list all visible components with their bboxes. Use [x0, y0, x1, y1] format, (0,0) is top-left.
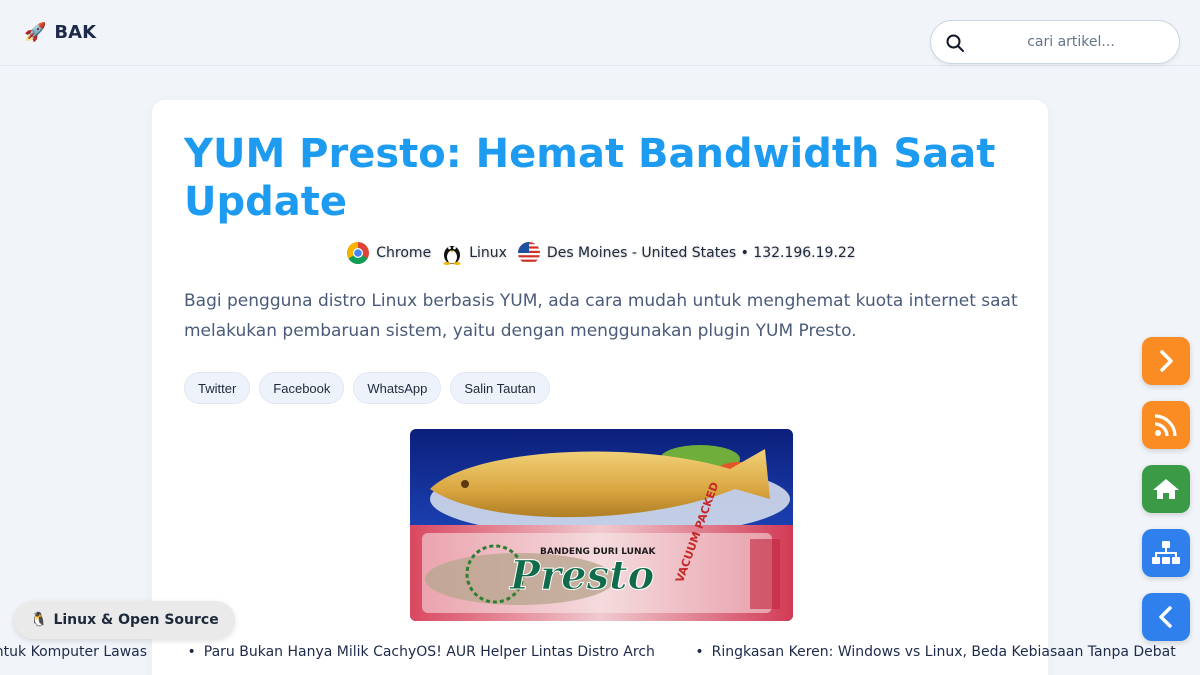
search-box[interactable]	[930, 20, 1180, 64]
share-buttons: Twitter Facebook WhatsApp Salin Tautan	[184, 372, 550, 404]
share-whatsapp-button[interactable]: WhatsApp	[353, 372, 442, 404]
ticker-item[interactable]: Ringkasan Keren: Windows vs Linux, Beda …	[712, 644, 1176, 660]
home-icon	[1153, 479, 1179, 499]
ticker-item[interactable]: baik untuk Komputer Lawas	[0, 644, 147, 660]
news-ticker: baik untuk Komputer Lawas • Paru Bukan Ha…	[0, 640, 1200, 668]
search-icon	[946, 34, 964, 52]
share-facebook-button[interactable]: Facebook	[259, 372, 345, 404]
rss-feed-button[interactable]	[1142, 401, 1190, 449]
ticker-item[interactable]: Paru Bukan Hanya Milik CachyOS! AUR Help…	[204, 644, 655, 660]
article-card: YUM Presto: Hemat Bandwidth Saat Update …	[151, 99, 1049, 675]
article-hero-image: BANDENG DURI LUNAK Presto VACUUM PACKED	[410, 429, 793, 621]
ticker-track: baik untuk Komputer Lawas • Paru Bukan Ha…	[0, 644, 1200, 660]
meta-location: Des Moines - United States • 132.196.19.…	[517, 241, 856, 265]
chevron-right-icon	[1160, 350, 1173, 372]
ticker-bullet: •	[187, 644, 196, 660]
tux-penguin-icon	[443, 246, 461, 265]
next-article-button[interactable]	[1142, 337, 1190, 385]
category-pill[interactable]: 🐧 Linux & Open Source	[14, 601, 235, 639]
share-twitter-button[interactable]: Twitter	[184, 372, 251, 404]
brand-logo[interactable]: 🚀 BAK	[24, 20, 96, 44]
meta-os-label: Linux	[469, 245, 507, 261]
brand-name: BAK	[54, 21, 97, 43]
chrome-icon	[347, 242, 370, 264]
rocket-icon: 🚀	[24, 21, 47, 43]
penguin-icon: 🐧	[30, 612, 48, 628]
visitor-meta: Chrome Linux Des Moines - United States …	[152, 240, 1050, 266]
ticker-bullet: •	[695, 644, 704, 660]
us-flag-icon	[517, 242, 540, 264]
article-title: YUM Presto: Hemat Bandwidth Saat Update	[184, 131, 996, 225]
chevron-left-icon	[1159, 606, 1172, 628]
article-lead: Bagi pengguna distro Linux berbasis YUM,…	[184, 291, 1018, 341]
sitemap-icon	[1152, 541, 1180, 564]
previous-article-button[interactable]	[1142, 593, 1190, 641]
search-input[interactable]	[973, 27, 1169, 57]
copy-link-button[interactable]: Salin Tautan	[450, 372, 550, 404]
sitemap-button[interactable]	[1142, 529, 1190, 577]
top-bar: 🚀 BAK	[0, 0, 1200, 66]
rss-icon	[1154, 414, 1177, 437]
package-brand-text: Presto	[509, 552, 654, 599]
meta-os: Linux	[441, 241, 507, 265]
home-button[interactable]	[1142, 465, 1190, 513]
meta-location-label: Des Moines - United States • 132.196.19.…	[546, 245, 856, 261]
meta-browser: Chrome	[346, 241, 431, 265]
meta-browser-label: Chrome	[376, 245, 432, 261]
category-label: Linux & Open Source	[53, 612, 219, 628]
